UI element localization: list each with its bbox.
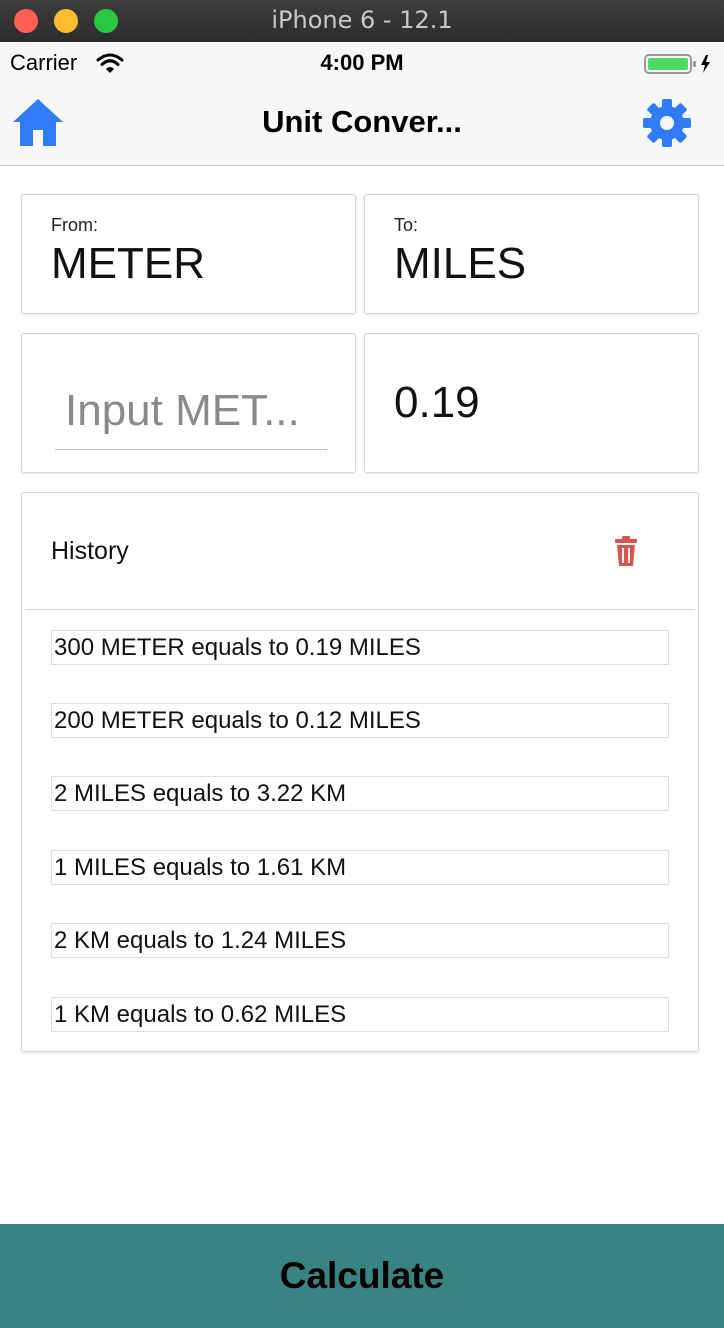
history-card: History 300 METER equals to 0.19 MILES 2… [21,492,699,1052]
result-value: 0.19 [394,378,480,427]
to-unit-card[interactable]: To: MILES [364,194,699,314]
status-bar: Carrier 4:00 PM [0,42,724,82]
trash-icon[interactable] [614,536,638,566]
history-item[interactable]: 2 KM equals to 1.24 MILES [51,923,669,958]
history-item[interactable]: 300 METER equals to 0.19 MILES [51,630,669,665]
page-title: Unit Conver... [262,104,462,139]
battery-icon [644,54,710,74]
result-card: 0.19 [364,333,699,473]
gear-icon[interactable] [642,98,692,148]
to-unit-value: MILES [394,239,527,288]
calculate-label: Calculate [279,1255,445,1296]
history-item[interactable]: 1 KM equals to 0.62 MILES [51,997,669,1032]
window-title: iPhone 6 - 12.1 [271,6,453,34]
history-title: History [51,537,129,565]
simulator-titlebar: iPhone 6 - 12.1 [0,0,724,43]
from-label: From: [51,215,98,235]
history-item[interactable]: 1 MILES equals to 1.61 KM [51,850,669,885]
navigation-bar: Unit Conver... [0,82,724,166]
input-card [21,333,356,473]
to-label: To: [394,215,419,235]
history-item[interactable]: 2 MILES equals to 3.22 KM [51,776,669,811]
amount-input[interactable] [55,372,327,450]
status-time: 4:00 PM [320,50,404,75]
from-unit-value: METER [51,239,205,288]
history-item[interactable]: 200 METER equals to 0.12 MILES [51,703,669,738]
calculate-button[interactable]: Calculate [0,1224,724,1328]
from-unit-card[interactable]: From: METER [21,194,356,314]
history-divider [25,609,695,610]
